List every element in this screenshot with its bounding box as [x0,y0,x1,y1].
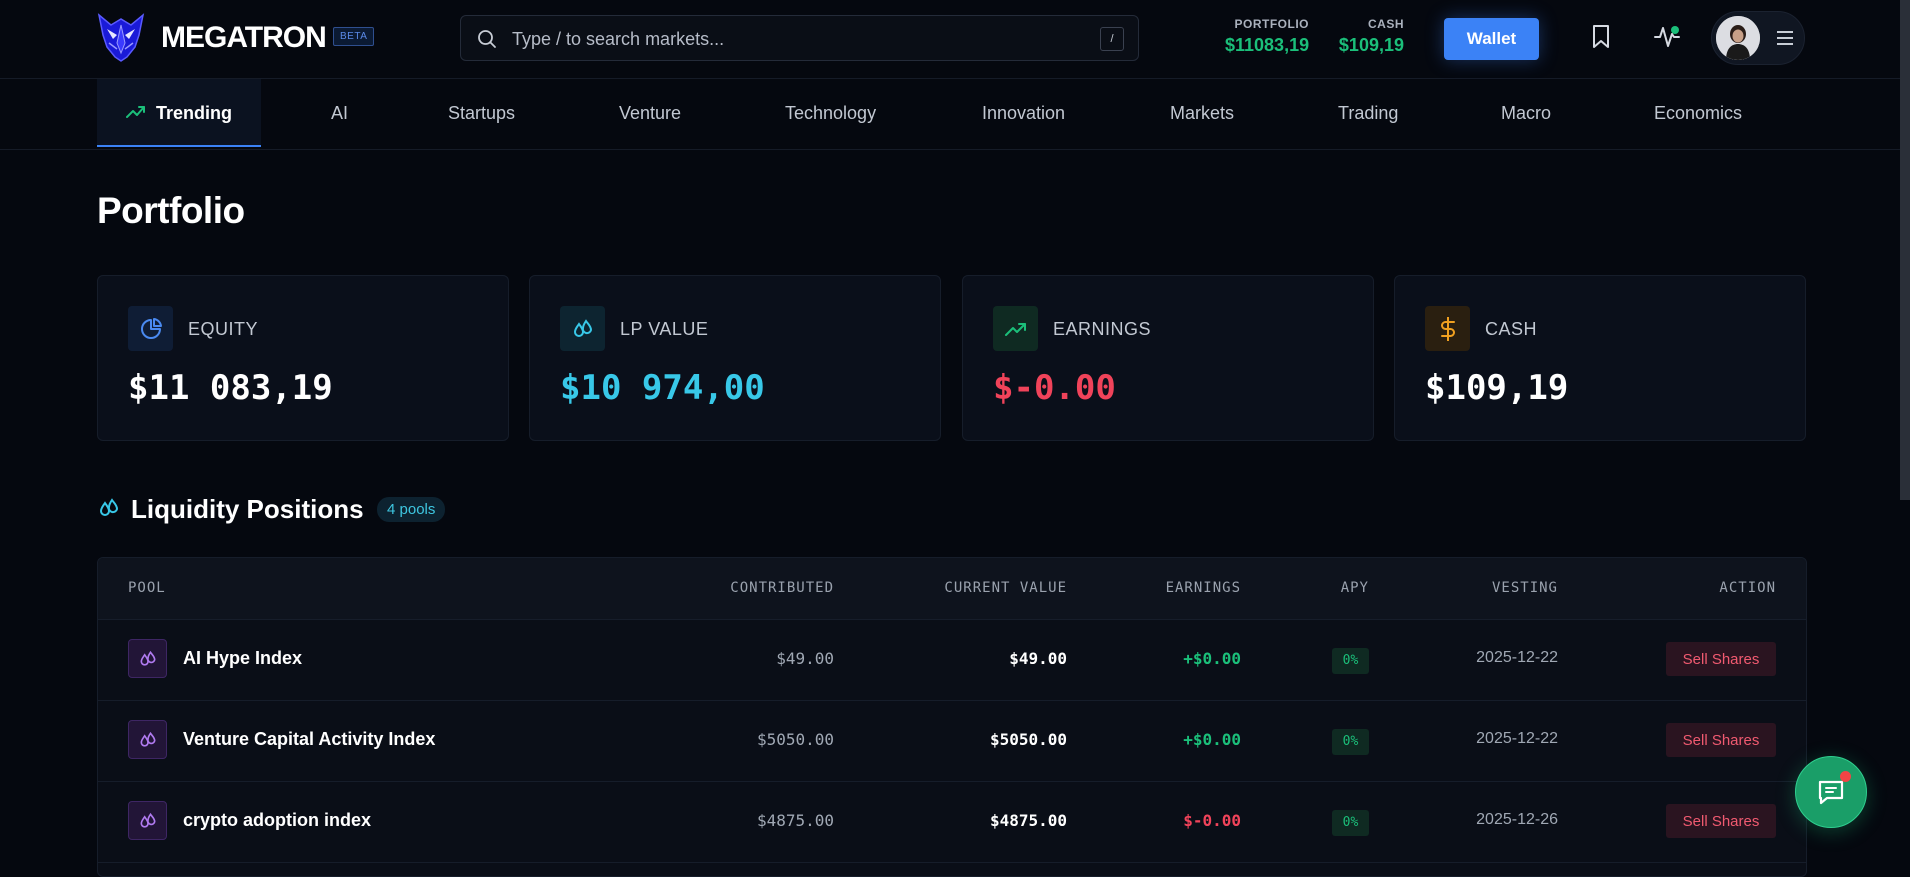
contributed-value: $5050.00 [756,730,834,749]
equity-value: $11 083,19 [128,368,333,408]
pie-chart-icon [128,306,173,351]
apy-badge: 0% [1332,810,1369,836]
tab-technology[interactable]: Technology [785,79,876,147]
vesting-date: 2025-12-22 [1476,649,1558,666]
column-header-apy: APY [1340,580,1369,596]
user-menu[interactable] [1711,11,1805,65]
table-row[interactable]: AI Hype Index $49.00 $49.00 +$0.00 0% 20… [98,619,1806,701]
droplets-icon [560,306,605,351]
table-row[interactable]: Venture Capital Activity Index $5050.00 … [98,700,1806,782]
sell-shares-button[interactable]: Sell Shares [1666,804,1776,838]
column-header-vesting: VESTING [1491,580,1558,596]
chat-button[interactable] [1795,756,1867,828]
brand-name[interactable]: MEGATRON [161,21,327,55]
pool-droplets-icon [128,639,167,678]
apy-badge: 0% [1332,729,1369,755]
table-header: POOL CONTRIBUTED CURRENT VALUE EARNINGS … [98,558,1806,620]
cash-summary-label: CASH [1367,17,1404,31]
beta-badge: BETA [333,27,375,46]
contributed-value: $4875.00 [756,811,834,830]
portfolio-summary-value: $11083,19 [1225,35,1310,55]
lp-value-card: LP VALUE $10 974,00 [529,275,941,441]
vesting-date: 2025-12-22 [1476,730,1558,747]
pool-name[interactable]: Venture Capital Activity Index [183,729,435,750]
top-header: MEGATRON BETA Type / to search markets..… [0,0,1910,79]
cash-summary-value: $109,19 [1338,35,1404,55]
pool-name[interactable]: AI Hype Index [183,648,302,669]
earnings-label: EARNINGS [1053,319,1152,339]
cash-value: $109,19 [1425,368,1569,408]
current-value: $49.00 [1009,649,1067,668]
equity-label: EQUITY [188,319,259,339]
lp-value-value: $10 974,00 [560,368,765,408]
avatar[interactable] [1716,16,1760,60]
trending-icon [126,105,146,119]
equity-card: EQUITY $11 083,19 [97,275,509,441]
column-header-contributed: CONTRIBUTED [730,580,834,596]
trending-up-icon [993,306,1038,351]
liquidity-table: POOL CONTRIBUTED CURRENT VALUE EARNINGS … [97,557,1807,877]
bookmark-icon[interactable] [1590,24,1612,55]
tab-macro[interactable]: Macro [1501,79,1551,147]
column-header-action: ACTION [1719,580,1776,596]
tab-innovation[interactable]: Innovation [982,79,1065,147]
column-header-earnings: EARNINGS [1165,580,1241,596]
earnings-value: $-0.00 [993,368,1116,408]
column-header-current-value: CURRENT VALUE [944,580,1067,596]
sell-shares-button[interactable]: Sell Shares [1666,723,1776,757]
tab-startups[interactable]: Startups [448,79,515,147]
earnings-card: EARNINGS $-0.00 [962,275,1374,441]
current-value: $4875.00 [989,811,1067,830]
pools-count-badge: 4 pools [377,497,446,522]
tab-ai[interactable]: AI [331,79,348,147]
hamburger-menu-icon[interactable] [1776,30,1794,51]
tab-markets[interactable]: Markets [1170,79,1234,147]
apy-badge: 0% [1332,648,1369,674]
wallet-button[interactable]: Wallet [1444,18,1539,60]
earnings-value: +$0.00 [1183,649,1241,668]
tab-trading[interactable]: Trading [1338,79,1398,147]
search-icon [477,29,497,54]
cash-label: CASH [1485,319,1538,339]
search-bar[interactable]: Type / to search markets... / [460,15,1139,61]
page-scrollbar[interactable] [1900,0,1910,500]
chat-icon [1816,777,1846,807]
megatron-logo-icon[interactable] [97,13,145,63]
portfolio-summary: PORTFOLIO $11083,19 [1225,17,1309,56]
pool-droplets-icon [128,720,167,759]
category-nav: Trending AI Startups Venture Technology … [0,79,1910,150]
dollar-icon [1425,306,1470,351]
portfolio-summary-label: PORTFOLIO [1234,17,1309,31]
table-row[interactable]: crypto adoption index $4875.00 $4875.00 … [98,781,1806,863]
chat-notification-dot [1840,771,1851,782]
lp-value-label: LP VALUE [620,319,709,339]
search-placeholder[interactable]: Type / to search markets... [512,29,724,50]
earnings-value: +$0.00 [1183,730,1241,749]
tab-trending[interactable]: Trending [97,79,261,147]
column-header-pool: POOL [128,580,166,596]
tab-venture[interactable]: Venture [619,79,681,147]
droplets-icon [97,496,121,525]
pool-name[interactable]: crypto adoption index [183,810,371,831]
cash-card: CASH $109,19 [1394,275,1806,441]
search-shortcut-key: / [1100,27,1124,51]
page-title: Portfolio [97,190,245,231]
vesting-date: 2025-12-26 [1476,811,1558,828]
earnings-value: $-0.00 [1183,811,1241,830]
contributed-value: $49.00 [776,649,834,668]
tab-economics[interactable]: Economics [1654,79,1742,147]
cash-summary: CASH $109,19 [1336,17,1404,56]
liquidity-section-title: Liquidity Positions [131,494,364,524]
tab-trending-label: Trending [156,103,232,123]
sell-shares-button[interactable]: Sell Shares [1666,642,1776,676]
activity-notification-dot [1671,26,1679,34]
pool-droplets-icon [128,801,167,840]
current-value: $5050.00 [989,730,1067,749]
